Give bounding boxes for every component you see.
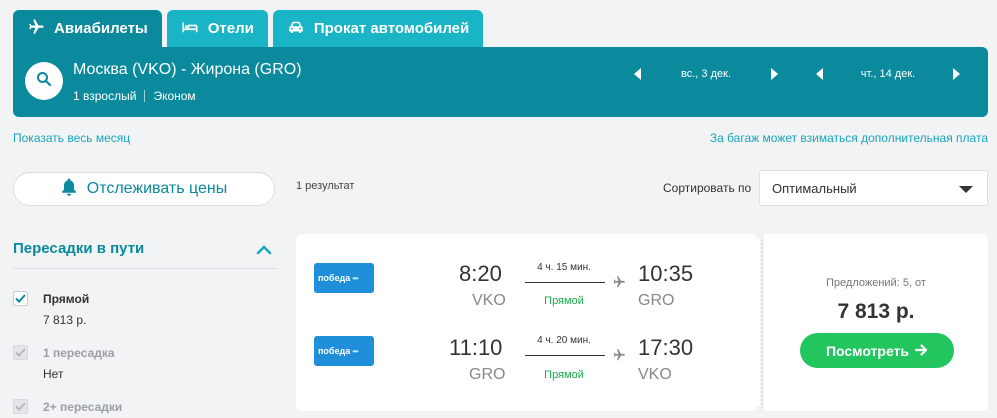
chevron-down-icon — [959, 186, 973, 193]
track-prices-button[interactable]: Отслеживать цены — [13, 172, 275, 206]
depart-prev-day-icon[interactable] — [634, 68, 641, 80]
stops-label: Прямой — [544, 369, 584, 381]
checkbox-two-plus-stops[interactable] — [13, 399, 28, 414]
tab-car-rental[interactable]: Прокат автомобилей — [272, 10, 484, 47]
flight-duration: 4 ч. 20 мин. — [537, 335, 591, 346]
baggage-fee-link[interactable]: За багаж может взиматься дополнительная … — [710, 131, 988, 145]
filter-label: 2+ пересадки — [43, 400, 123, 414]
show-whole-month-link[interactable]: Показать весь месяц — [13, 131, 130, 145]
return-prev-day-icon[interactable] — [816, 68, 823, 80]
search-meta: 1 взрослый Эконом — [73, 89, 196, 103]
tab-label: Отели — [207, 20, 254, 37]
sort-label: Сортировать по — [663, 181, 752, 195]
stops-filter-title[interactable]: Пересадки в пути — [13, 240, 144, 257]
view-deal-label: Посмотреть — [825, 342, 910, 359]
filter-label: 1 пересадка — [43, 346, 115, 360]
arrow-right-icon — [914, 343, 928, 359]
checkmark-icon — [15, 290, 26, 308]
plane-icon — [612, 275, 626, 294]
departure-airport: GRO — [469, 366, 506, 383]
departure-airport: VKO — [472, 292, 506, 309]
ticket-price-panel: Предложений: 5, от 7 813 р. Посмотреть — [764, 234, 988, 411]
tab-flights[interactable]: Авиабилеты — [13, 10, 162, 47]
offers-count: Предложений: 5, от — [826, 277, 926, 289]
return-date[interactable]: чт., 14 дек. — [823, 68, 953, 80]
car-icon — [287, 18, 305, 40]
checkmark-icon — [15, 398, 26, 416]
divider — [13, 268, 277, 269]
flight-duration: 4 ч. 15 мин. — [537, 262, 591, 273]
product-tabs: Авиабилеты Отели Прокат автомобилей — [13, 10, 484, 47]
arrival-airport: VKO — [638, 366, 672, 383]
airline-logo: победа ••• — [314, 263, 374, 293]
plane-icon — [612, 348, 626, 367]
arrival-time: 10:35 — [638, 261, 694, 286]
arrival-time: 17:30 — [638, 335, 694, 360]
flight-line — [525, 355, 605, 356]
route-text[interactable]: Москва (VKO) - Жирона (GRO) — [73, 61, 302, 79]
return-date-picker: чт., 14 дек. — [816, 65, 960, 83]
filter-label: Прямой — [43, 292, 90, 306]
tab-label: Авиабилеты — [54, 20, 148, 37]
search-button[interactable] — [25, 62, 63, 100]
divider — [144, 90, 146, 102]
view-deal-button[interactable]: Посмотреть — [800, 333, 954, 368]
depart-date[interactable]: вс., 3 дек. — [641, 68, 771, 80]
ticket-itinerary: победа ••• 8:20 VKO 4 ч. 15 мин. Прямой 1… — [296, 234, 760, 411]
ticket-perforation — [761, 240, 763, 405]
plane-icon — [27, 18, 45, 40]
arrival-airport: GRO — [638, 292, 675, 309]
filter-price: 7 813 р. — [43, 313, 87, 327]
depart-date-picker: вс., 3 дек. — [634, 65, 778, 83]
departure-time: 11:10 — [449, 335, 503, 360]
search-summary-bar: Москва (VKO) - Жирона (GRO) 1 взрослый Э… — [13, 47, 988, 117]
checkmark-icon — [15, 344, 26, 362]
checkbox-one-stop[interactable] — [13, 345, 28, 360]
departure-time: 8:20 — [459, 261, 502, 286]
depart-next-day-icon[interactable] — [771, 68, 778, 80]
sort-select[interactable]: Оптимальный — [759, 170, 988, 206]
stops-label: Прямой — [544, 295, 584, 307]
tab-label: Прокат автомобилей — [313, 20, 470, 37]
results-count: 1 результат — [296, 180, 355, 192]
bell-icon — [61, 178, 77, 201]
chevron-up-icon[interactable] — [256, 242, 272, 260]
ticket-price: 7 813 р. — [837, 300, 915, 323]
tab-hotels[interactable]: Отели — [166, 10, 268, 47]
ticket-card[interactable]: победа ••• 8:20 VKO 4 ч. 15 мин. Прямой 1… — [296, 233, 988, 412]
track-prices-label: Отслеживать цены — [86, 180, 228, 197]
filter-price: Нет — [43, 367, 64, 381]
airline-logo: победа ••• — [314, 336, 374, 366]
cabin-text[interactable]: Эконом — [153, 89, 195, 103]
passengers-text[interactable]: 1 взрослый — [73, 89, 136, 103]
return-next-day-icon[interactable] — [953, 68, 960, 80]
bed-icon — [181, 18, 199, 40]
search-icon — [36, 71, 52, 92]
flight-line — [525, 282, 605, 283]
sort-selected-value: Оптимальный — [772, 180, 857, 196]
checkbox-direct[interactable] — [13, 291, 28, 306]
